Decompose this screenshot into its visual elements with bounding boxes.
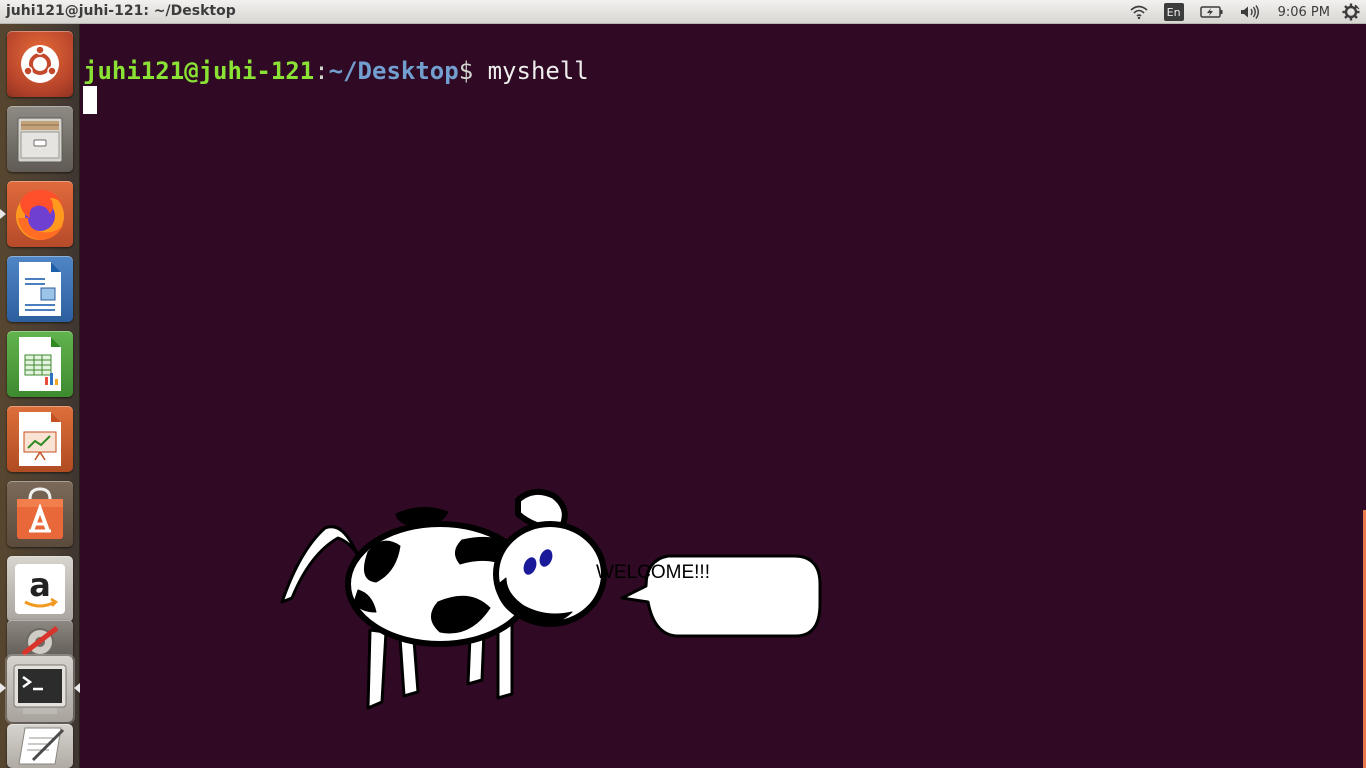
writer-document-icon xyxy=(19,262,61,316)
speech-bubble xyxy=(620,554,822,638)
launcher-item-firefox[interactable] xyxy=(7,181,73,247)
firefox-icon xyxy=(16,190,64,240)
prompt-user-host: juhi121@juhi-121 xyxy=(83,57,315,85)
file-cabinet-icon xyxy=(17,117,63,163)
svg-text:a: a xyxy=(29,566,51,604)
launcher-item-software[interactable] xyxy=(7,481,73,547)
launcher-item-impress[interactable] xyxy=(7,406,73,472)
prompt-colon: : xyxy=(314,57,329,85)
running-indicator xyxy=(0,209,6,219)
text-editor-icon xyxy=(18,727,65,765)
indicator-area: En 9:06 PM xyxy=(1122,0,1366,24)
launcher-item-writer[interactable] xyxy=(7,256,73,322)
settings-tools-icon xyxy=(21,626,59,656)
launcher-item-terminal[interactable] xyxy=(7,656,73,722)
impress-presentation-icon xyxy=(19,412,61,466)
typed-command: myshell xyxy=(487,57,589,85)
launcher-item-calc[interactable] xyxy=(7,331,73,397)
ubuntu-logo-icon xyxy=(21,45,59,83)
calc-spreadsheet-icon xyxy=(19,337,61,391)
prompt-line: juhi121@juhi-121:~/Desktop$ myshell xyxy=(83,56,589,86)
text-cursor xyxy=(83,86,97,114)
welcome-message: WELCOME!!! xyxy=(595,562,710,583)
amazon-icon: a xyxy=(15,564,65,614)
launcher-item-dash[interactable] xyxy=(7,31,73,97)
launcher-item-files[interactable] xyxy=(7,106,73,172)
settings-gear-icon[interactable] xyxy=(1342,0,1366,24)
clock[interactable]: 9:06 PM xyxy=(1268,5,1342,20)
wifi-icon[interactable] xyxy=(1122,0,1156,24)
launcher-item-text-editor[interactable] xyxy=(7,724,73,768)
launcher-item-system-settings[interactable] xyxy=(7,620,73,660)
prompt-dollar: $ xyxy=(458,57,488,85)
launcher: a xyxy=(0,24,80,768)
launcher-item-amazon[interactable]: a xyxy=(7,556,73,622)
window-title: juhi121@juhi-121: ~/Desktop xyxy=(6,3,236,19)
terminal-icon xyxy=(13,664,67,714)
top-panel: juhi121@juhi-121: ~/Desktop En 9:06 PM xyxy=(0,0,1366,24)
running-indicator xyxy=(0,683,6,693)
prompt-path: ~/Desktop xyxy=(328,57,459,85)
volume-icon[interactable] xyxy=(1232,0,1268,24)
software-center-bag-icon xyxy=(17,487,63,539)
battery-icon[interactable] xyxy=(1192,0,1232,24)
keyboard-layout-indicator[interactable]: En xyxy=(1156,0,1192,24)
keyboard-layout-label: En xyxy=(1163,3,1184,21)
